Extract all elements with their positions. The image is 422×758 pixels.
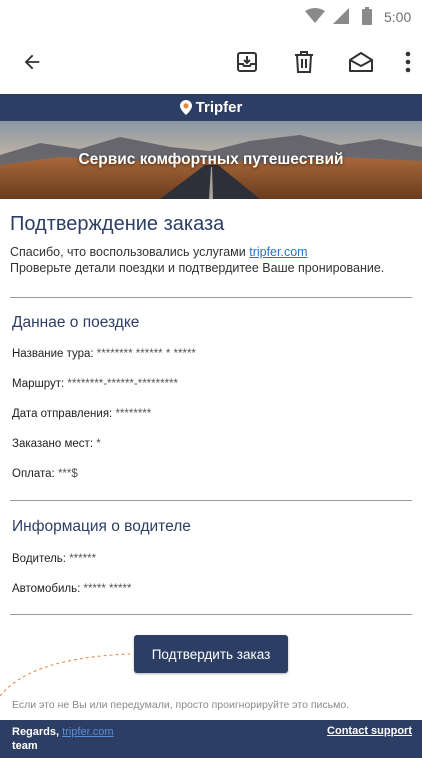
wifi-icon: [305, 8, 325, 23]
clock-time: 5:00: [384, 9, 412, 25]
field-value: *: [96, 438, 101, 450]
field-label: Заказано мест:: [12, 438, 97, 450]
hero-banner: Сервис комфортных путешествий: [0, 121, 422, 199]
field-label: Маршрут:: [12, 378, 68, 390]
field-value: ********-******-*********: [67, 378, 178, 390]
intro-thanks-text: Спасибо, что воспользовались услугами: [10, 245, 250, 259]
back-button[interactable]: [14, 44, 50, 80]
field-label: Дата отправления:: [12, 408, 116, 420]
field-value: ********: [115, 408, 152, 420]
order-confirmation-heading: Подтверждение заказа: [10, 213, 225, 235]
archive-icon: [237, 52, 257, 72]
brand-header: Tripfer: [0, 94, 422, 121]
ignore-disclaimer: Если это не Вы или передумали, просто пр…: [12, 699, 350, 711]
field-value: ******** ****** * *****: [96, 348, 196, 360]
field-value: ***** *****: [83, 583, 132, 595]
archive-button[interactable]: [229, 44, 265, 80]
field-label: Оплата:: [12, 468, 58, 480]
brand-logo-text: Tripfer: [195, 99, 243, 116]
trip-field-payment: Оплата: ***$: [12, 468, 78, 480]
footer-tripfer-link[interactable]: tripfer.com: [62, 726, 113, 738]
divider: [10, 614, 412, 615]
delete-button[interactable]: [286, 44, 322, 80]
trip-field-departure-date: Дата отправления: ********: [12, 408, 151, 420]
mail-open-icon: [349, 52, 373, 72]
mark-unread-button[interactable]: [343, 44, 379, 80]
trip-details-heading: Даннае о поездке: [12, 314, 140, 331]
confirm-order-button[interactable]: Подтвердить заказ: [134, 635, 288, 673]
regards-text: Regards,: [12, 726, 63, 738]
trip-field-route: Маршрут: ********-******-*********: [12, 378, 178, 390]
more-vert-icon: [405, 51, 411, 73]
intro-text: Спасибо, что воспользовались услугами tr…: [10, 244, 412, 276]
trip-field-seats: Заказано мест: *: [12, 438, 101, 450]
app-bar: [0, 32, 422, 92]
location-pin-icon: [179, 100, 192, 115]
decorative-dashed-curve: [0, 653, 131, 697]
contact-support-link[interactable]: Contact support: [327, 725, 412, 737]
email-content: Подтверждение заказа Спасибо, что воспол…: [0, 213, 422, 276]
intro-check-text: Проверьте детали поездки и подтвердитее …: [10, 261, 385, 275]
driver-field-car: Автомобиль: ***** *****: [12, 583, 131, 595]
driver-info-heading: Информация о водителе: [12, 518, 191, 535]
divider: [10, 297, 412, 298]
hero-title: Сервис комфортных путешествий: [78, 151, 344, 168]
arrow-left-icon: [24, 54, 40, 70]
status-bar: 5:00: [0, 0, 422, 32]
trash-icon: [295, 51, 313, 73]
email-footer: Regards, tripfer.com team Contact suppor…: [0, 720, 422, 758]
field-value: ******: [69, 553, 97, 565]
more-options-button[interactable]: [390, 44, 422, 80]
regards-signature: Regards, tripfer.com team: [12, 725, 114, 753]
field-label: Название тура:: [12, 348, 97, 360]
signal-icon: [333, 8, 349, 24]
team-text: team: [12, 740, 38, 752]
battery-icon: [362, 7, 372, 25]
field-label: Водитель:: [12, 553, 70, 565]
tripfer-link[interactable]: tripfer.com: [249, 245, 307, 259]
field-label: Автомобиль:: [12, 583, 84, 595]
divider: [10, 500, 412, 501]
field-value: ***$: [57, 468, 78, 480]
driver-field-name: Водитель: ******: [12, 553, 96, 565]
trip-field-tour-name: Название тура: ******** ****** * *****: [12, 348, 196, 360]
